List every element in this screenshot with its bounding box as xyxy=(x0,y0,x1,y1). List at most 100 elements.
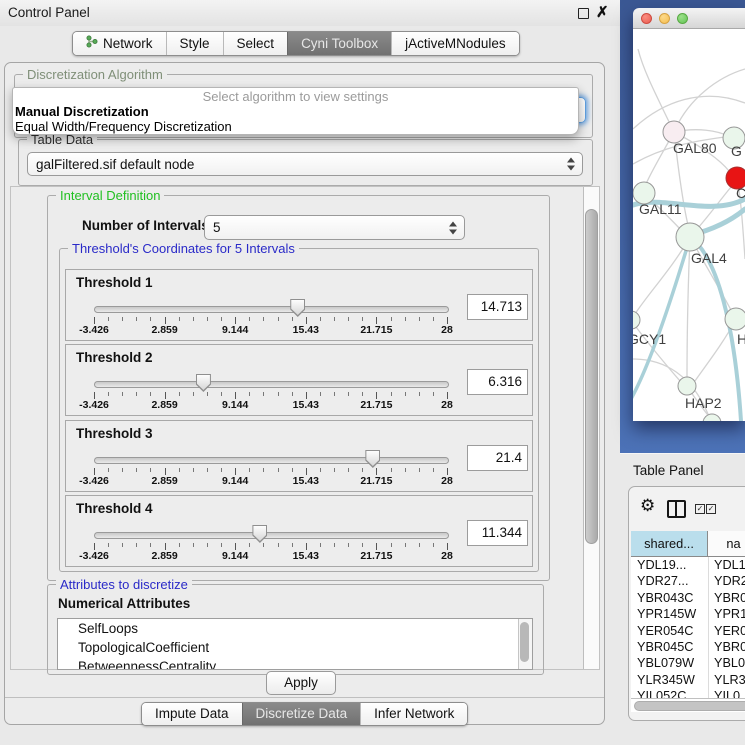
table-row[interactable]: YER054CYER0 xyxy=(631,623,745,639)
table-row[interactable]: YBR043CYBR0 xyxy=(631,590,745,606)
table-row[interactable]: YLR345WYLR3 xyxy=(631,672,745,688)
table-row[interactable]: YBL079WYBL0 xyxy=(631,655,745,671)
slider-tick-label: 21.715 xyxy=(360,324,392,336)
slider-major-tick xyxy=(235,543,236,550)
network-node-h[interactable] xyxy=(725,308,745,330)
threshold-value-field[interactable]: 6.316 xyxy=(467,369,528,395)
slider-minor-tick xyxy=(419,317,420,321)
slider-minor-tick xyxy=(362,468,363,472)
attribute-list-item[interactable]: TopologicalCoefficient xyxy=(58,638,532,657)
algorithm-dropdown-popup: Select algorithm to view settings Manual… xyxy=(12,87,579,135)
split-pane-icon[interactable] xyxy=(667,500,686,518)
network-node-hap2[interactable] xyxy=(678,377,696,395)
numerical-attributes-list[interactable]: SelfLoopsTopologicalCoefficientBetweenne… xyxy=(57,618,533,670)
slider-track[interactable] xyxy=(94,457,449,464)
column-divider xyxy=(708,573,709,589)
table-row[interactable]: YDL19...YDL1 xyxy=(631,557,745,573)
slider-major-tick xyxy=(447,543,448,550)
tab-select[interactable]: Select xyxy=(223,32,288,55)
network-canvas[interactable]: GAL80GCGAL11GAL4GCY1HHAP2 xyxy=(633,29,745,421)
attribute-list-item[interactable]: BetweennessCentrality xyxy=(58,657,532,670)
column-header-name[interactable]: na xyxy=(708,531,745,556)
network-node-gal4[interactable] xyxy=(676,223,704,251)
slider-handle[interactable] xyxy=(196,374,211,392)
cell-name: YDL1 xyxy=(714,557,745,573)
slider-tick-label: 9.144 xyxy=(222,550,248,562)
table-data-combobox[interactable]: galFiltered.sif default node xyxy=(27,152,583,176)
gear-icon[interactable]: ⚙ xyxy=(640,496,655,516)
tab-impute-data[interactable]: Impute Data xyxy=(142,703,242,725)
vertical-scrollbar-thumb[interactable] xyxy=(585,209,598,544)
slider-minor-tick xyxy=(108,317,109,321)
table-row[interactable]: YPR145WYPR1 xyxy=(631,606,745,622)
slider-track[interactable] xyxy=(94,306,449,313)
list-scrollbar-thumb[interactable] xyxy=(520,622,529,662)
column-divider xyxy=(708,606,709,622)
tab-label: Network xyxy=(103,36,153,51)
tab-cyni-toolbox[interactable]: Cyni Toolbox xyxy=(287,32,391,55)
tab-style[interactable]: Style xyxy=(166,32,223,55)
slider-tick-label: 28 xyxy=(441,475,453,487)
close-panel-icon[interactable]: ✗ xyxy=(596,3,609,21)
table-panel: Table Panel ⚙ ✓ ✓ shared... na YDL19...Y… xyxy=(620,453,745,745)
dropdown-prompt-item[interactable]: Select algorithm to view settings xyxy=(13,88,578,104)
zoom-traffic-light-icon[interactable] xyxy=(677,13,688,24)
slider-minor-tick xyxy=(419,392,420,396)
slider-tick-label: 15.43 xyxy=(293,550,319,562)
horizontal-scrollbar[interactable] xyxy=(631,698,745,712)
attribute-list-item[interactable]: SelfLoops xyxy=(58,619,532,638)
tab-infer-network[interactable]: Infer Network xyxy=(360,703,467,725)
cell-name: YER0 xyxy=(714,623,745,639)
slider-minor-tick xyxy=(221,468,222,472)
checkbox-icon[interactable]: ✓ xyxy=(695,504,705,514)
slider-minor-tick xyxy=(334,543,335,547)
slider-minor-tick xyxy=(136,468,137,472)
slider-major-tick xyxy=(306,317,307,324)
slider-major-tick xyxy=(94,392,95,399)
slider-handle[interactable] xyxy=(252,525,267,543)
close-traffic-light-icon[interactable] xyxy=(641,13,652,24)
node-label: HAP2 xyxy=(685,395,722,411)
tab-jactivemnodules[interactable]: jActiveMNodules xyxy=(391,32,519,55)
slider-major-tick xyxy=(306,543,307,550)
vertical-scrollbar[interactable] xyxy=(583,187,599,669)
slider-handle[interactable] xyxy=(290,299,305,317)
slider-track[interactable] xyxy=(94,381,449,388)
table-row[interactable]: YBR045CYBR0 xyxy=(631,639,745,655)
tab-discretize-data[interactable]: Discretize Data xyxy=(242,703,361,725)
table-row[interactable]: YIL052CYIL0 xyxy=(631,688,745,698)
slider-minor-tick xyxy=(249,468,250,472)
slider-track[interactable] xyxy=(94,532,449,539)
tab-label: Infer Network xyxy=(374,706,454,721)
slider-minor-tick xyxy=(207,543,208,547)
dropdown-item-manual-discretization[interactable]: Manual Discretization xyxy=(13,104,578,119)
slider-major-tick xyxy=(306,392,307,399)
network-node-gcy1[interactable] xyxy=(633,311,640,329)
number-of-intervals-combobox[interactable]: 5 xyxy=(204,215,465,240)
slider-minor-tick xyxy=(320,543,321,547)
slider-major-tick xyxy=(376,392,377,399)
slider-handle[interactable] xyxy=(365,450,380,468)
slider-minor-tick xyxy=(348,317,349,321)
horizontal-scrollbar-thumb[interactable] xyxy=(634,701,745,711)
column-divider xyxy=(708,655,709,671)
list-scrollbar[interactable] xyxy=(518,619,532,669)
dropdown-item-equal-width-frequency[interactable]: Equal Width/Frequency Discretization xyxy=(13,119,578,134)
slider-tick-label: 21.715 xyxy=(360,550,392,562)
tab-network[interactable]: Network xyxy=(73,32,166,55)
minimize-traffic-light-icon[interactable] xyxy=(659,13,670,24)
column-header-shared-name[interactable]: shared... xyxy=(631,531,708,556)
checkbox-icon[interactable]: ✓ xyxy=(706,504,716,514)
application-window: Control Panel ✗ NetworkStyleSelectCyni T… xyxy=(0,0,745,745)
threshold-value-field[interactable]: 11.344 xyxy=(467,520,528,546)
slider-minor-tick xyxy=(179,543,180,547)
slider-minor-tick xyxy=(334,392,335,396)
network-node[interactable] xyxy=(703,414,721,421)
slider-minor-tick xyxy=(263,317,264,321)
threshold-value-field[interactable]: 21.4 xyxy=(467,445,528,471)
table-row[interactable]: YDR27...YDR2 xyxy=(631,573,745,589)
apply-button[interactable]: Apply xyxy=(266,671,336,695)
slider-minor-tick xyxy=(278,317,279,321)
float-window-icon[interactable] xyxy=(578,8,589,19)
threshold-value-field[interactable]: 14.713 xyxy=(467,294,528,320)
